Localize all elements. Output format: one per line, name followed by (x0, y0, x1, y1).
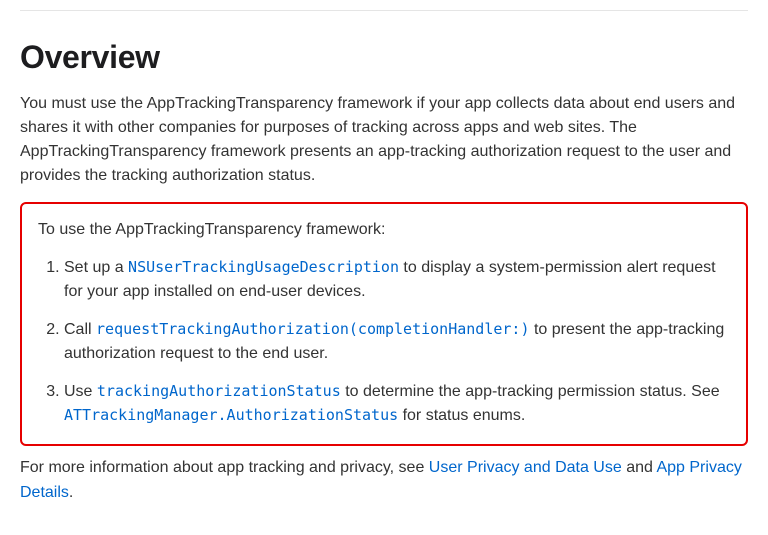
step-text: for status enums. (398, 407, 525, 424)
list-item: Call requestTrackingAuthorization(comple… (64, 318, 730, 366)
callout-lead: To use the AppTrackingTransparency frame… (38, 218, 730, 242)
step-text: Use (64, 383, 97, 400)
link-user-privacy-data-use[interactable]: User Privacy and Data Use (429, 459, 622, 476)
list-item: Set up a NSUserTrackingUsageDescription … (64, 256, 730, 304)
step-text: Call (64, 321, 96, 338)
code-link-attrackingmanager-authorizationstatus[interactable]: ATTrackingManager.AuthorizationStatus (64, 406, 398, 424)
footer-paragraph: For more information about app tracking … (20, 456, 748, 506)
intro-paragraph: You must use the AppTrackingTransparency… (20, 92, 748, 188)
code-link-nsusertrackingusagedescription[interactable]: NSUserTrackingUsageDescription (128, 258, 399, 276)
footer-text: . (69, 484, 73, 501)
step-text: to determine the app-tracking permission… (341, 383, 720, 400)
page-title: Overview (20, 39, 748, 76)
callout-box: To use the AppTrackingTransparency frame… (20, 202, 748, 446)
step-text: Set up a (64, 259, 128, 276)
steps-list: Set up a NSUserTrackingUsageDescription … (38, 256, 730, 428)
list-item: Use trackingAuthorizationStatus to deter… (64, 380, 730, 428)
footer-text: and (622, 459, 657, 476)
divider (20, 10, 748, 11)
code-link-trackingauthorizationstatus[interactable]: trackingAuthorizationStatus (97, 382, 341, 400)
footer-text: For more information about app tracking … (20, 459, 429, 476)
code-link-requesttrackingauthorization[interactable]: requestTrackingAuthorization(completionH… (96, 320, 529, 338)
